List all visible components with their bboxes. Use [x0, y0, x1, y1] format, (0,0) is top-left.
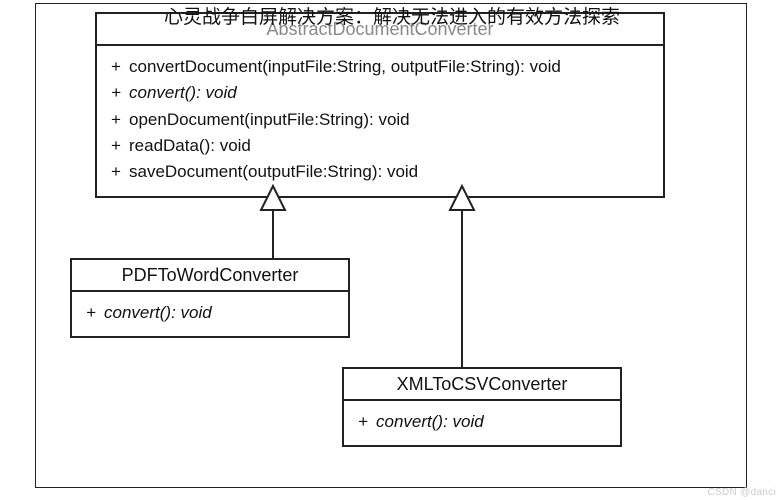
member: +convert(): void — [358, 409, 610, 435]
watermark: CSDN @danci — [708, 487, 776, 498]
member: +readData(): void — [111, 133, 653, 159]
class-xml-to-csv-converter: XMLToCSVConverter +convert(): void — [342, 367, 622, 447]
member: +saveDocument(outputFile:String): void — [111, 159, 653, 185]
overlay-title: 心灵战争白屏解决方案：解决无法进入的有效方法探索 — [0, 2, 784, 29]
class-body-pdf: +convert(): void — [72, 292, 348, 336]
class-abstract-document-converter: AbstractDocumentConverter +convertDocume… — [95, 12, 665, 198]
member: +convert(): void — [86, 300, 338, 326]
class-name-pdf: PDFToWordConverter — [72, 260, 348, 292]
class-body-xml: +convert(): void — [344, 401, 620, 445]
class-name-xml: XMLToCSVConverter — [344, 369, 620, 401]
member: +convert(): void — [111, 80, 653, 106]
member: +openDocument(inputFile:String): void — [111, 107, 653, 133]
class-body-abstract: +convertDocument(inputFile:String, outpu… — [97, 46, 663, 196]
member: +convertDocument(inputFile:String, outpu… — [111, 54, 653, 80]
class-pdf-to-word-converter: PDFToWordConverter +convert(): void — [70, 258, 350, 338]
